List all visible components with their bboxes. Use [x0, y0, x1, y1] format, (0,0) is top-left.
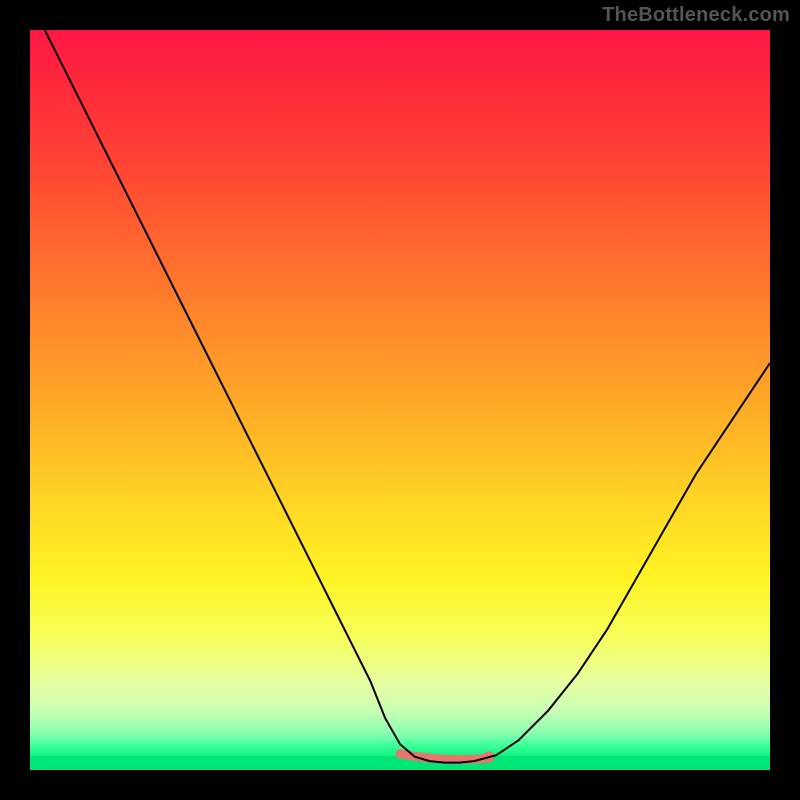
chart-frame: TheBottleneck.com: [0, 0, 800, 800]
bottleneck-curve: [45, 30, 770, 763]
watermark-text: TheBottleneck.com: [602, 4, 790, 27]
plot-area: [30, 30, 770, 770]
curve-svg: [30, 30, 770, 770]
